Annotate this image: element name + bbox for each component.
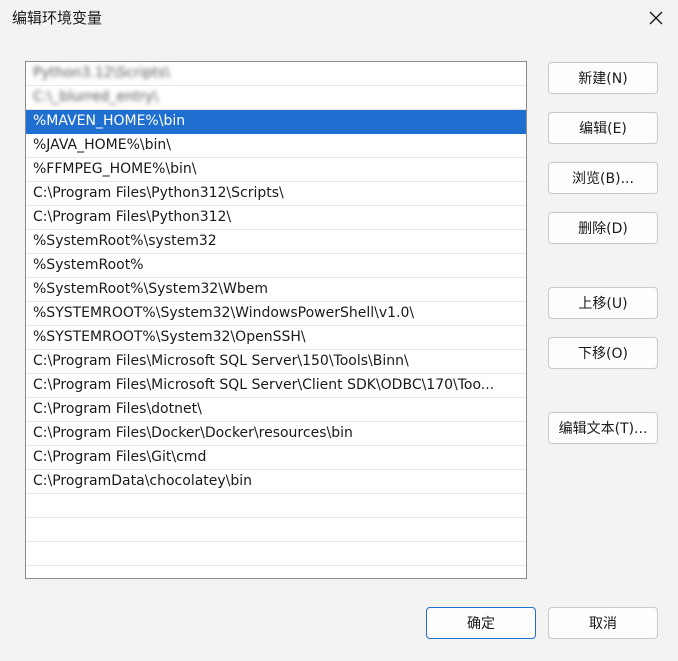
path-list-item[interactable]: %MAVEN_HOME%\bin — [26, 110, 526, 134]
path-list-item[interactable]: %SystemRoot%\system32 — [26, 230, 526, 254]
path-list-item[interactable]: C:\Program Files\Git\cmd — [26, 446, 526, 470]
browse-button[interactable]: 浏览(B)... — [548, 162, 658, 194]
edit-text-button[interactable]: 编辑文本(T)... — [548, 412, 658, 444]
path-list-item[interactable]: C:\Program Files\Microsoft SQL Server\Cl… — [26, 374, 526, 398]
path-list-item-label: %SystemRoot%\System32\Wbem — [33, 281, 268, 297]
close-button[interactable] — [644, 6, 668, 30]
move-up-button[interactable]: 上移(U) — [548, 287, 658, 319]
path-list-item[interactable]: Python3.12\Scripts\ — [26, 62, 526, 86]
path-list-item[interactable]: %JAVA_HOME%\bin\ — [26, 134, 526, 158]
path-list-item[interactable]: %SYSTEMROOT%\System32\OpenSSH\ — [26, 326, 526, 350]
path-list-item[interactable]: %FFMPEG_HOME%\bin\ — [26, 158, 526, 182]
path-list-item-label: %FFMPEG_HOME%\bin\ — [33, 161, 197, 177]
path-list-item[interactable]: C:\Program Files\Microsoft SQL Server\15… — [26, 350, 526, 374]
path-list[interactable]: Python3.12\Scripts\ C:\_blurred_entry\ %MA… — [25, 61, 527, 579]
path-list-item-label: %SystemRoot%\system32 — [33, 233, 217, 249]
path-list-item-label: %JAVA_HOME%\bin\ — [33, 137, 171, 153]
path-list-item[interactable]: C:\Program Files\dotnet\ — [26, 398, 526, 422]
edit-button[interactable]: 编辑(E) — [548, 112, 658, 144]
title-bar: 编辑环境变量 — [0, 0, 678, 36]
path-list-item-label: Python3.12\Scripts\ — [33, 65, 171, 81]
path-list-item-label: C:\_blurred_entry\ — [33, 89, 159, 105]
delete-button[interactable]: 删除(D) — [548, 212, 658, 244]
path-list-item[interactable]: C:\_blurred_entry\ — [26, 86, 526, 110]
path-list-item[interactable]: C:\Program Files\Python312\Scripts\ — [26, 182, 526, 206]
path-list-item-label: C:\Program Files\Python312\ — [33, 209, 232, 225]
path-list-item-label: C:\Program Files\Docker\Docker\resources… — [33, 425, 353, 441]
window-title: 编辑环境变量 — [12, 9, 103, 27]
path-list-item-label: C:\Program Files\dotnet\ — [33, 401, 202, 417]
new-button[interactable]: 新建(N) — [548, 62, 658, 94]
path-list-item-label: C:\Program Files\Python312\Scripts\ — [33, 185, 284, 201]
path-list-item[interactable]: C:\ProgramData\chocolatey\bin — [26, 470, 526, 494]
path-list-empty-row[interactable] — [26, 518, 526, 542]
path-list-item-label: C:\Program Files\Microsoft SQL Server\Cl… — [33, 377, 495, 393]
path-list-item[interactable]: C:\Program Files\Docker\Docker\resources… — [26, 422, 526, 446]
path-list-item-label: C:\ProgramData\chocolatey\bin — [33, 473, 253, 489]
path-list-item[interactable]: %SystemRoot%\System32\Wbem — [26, 278, 526, 302]
path-list-item-label: %SystemRoot% — [33, 257, 144, 273]
path-list-empty-row[interactable] — [26, 494, 526, 518]
path-list-item-label: C:\Program Files\Microsoft SQL Server\15… — [33, 353, 409, 369]
cancel-button[interactable]: 取消 — [548, 607, 658, 639]
ok-button[interactable]: 确定 — [426, 607, 536, 639]
path-list-item-label: %MAVEN_HOME%\bin — [33, 113, 186, 129]
path-list-item-label: %SYSTEMROOT%\System32\WindowsPowerShell\… — [33, 305, 415, 321]
path-list-item-label: %SYSTEMROOT%\System32\OpenSSH\ — [33, 329, 306, 345]
path-list-item[interactable]: %SYSTEMROOT%\System32\WindowsPowerShell\… — [26, 302, 526, 326]
path-list-item[interactable]: C:\Program Files\Python312\ — [26, 206, 526, 230]
close-icon — [649, 11, 663, 25]
path-list-item-label: C:\Program Files\Git\cmd — [33, 449, 207, 465]
move-down-button[interactable]: 下移(O) — [548, 337, 658, 369]
path-list-item[interactable]: %SystemRoot% — [26, 254, 526, 278]
path-list-empty-row[interactable] — [26, 542, 526, 566]
